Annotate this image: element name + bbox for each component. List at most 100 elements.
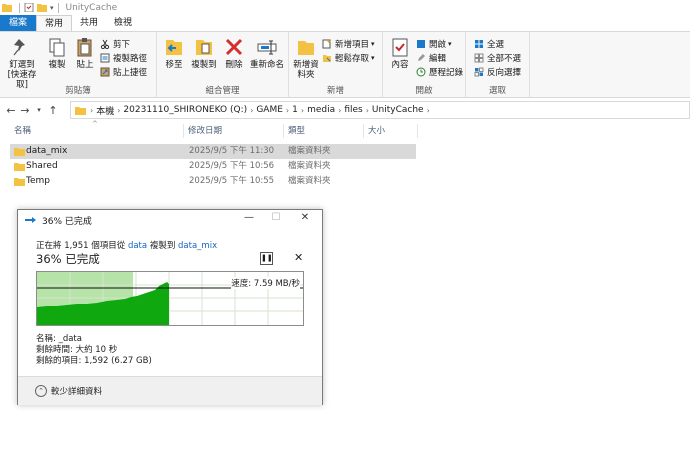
open-icon: [417, 40, 425, 48]
properties-label: 內容: [391, 60, 409, 70]
new-folder-icon: [298, 41, 314, 55]
paste-label: 貼上: [76, 60, 94, 70]
column-date-modified[interactable]: 修改日期: [184, 124, 284, 138]
cancel-icon[interactable]: ✕: [294, 251, 303, 264]
fewer-details-label: 較少詳細資料: [51, 387, 103, 397]
tab-view[interactable]: 檢視: [106, 15, 140, 31]
pin-button[interactable]: 釘選到 [快速存取]: [3, 36, 41, 90]
easy-access-icon: [323, 55, 331, 62]
pause-button[interactable]: ❚❚: [260, 252, 273, 265]
rename-label: 重新命名: [249, 60, 284, 70]
delete-button[interactable]: 刪除: [221, 36, 247, 70]
delete-label: 刪除: [225, 60, 243, 70]
file-type: 檔案資料夾: [288, 146, 331, 156]
select-all-button[interactable]: 全選: [474, 38, 504, 50]
copy-path-button[interactable]: 複製路徑: [100, 52, 147, 64]
title-bar: ▾ UnityCache: [0, 0, 690, 15]
new-item-button[interactable]: 新增項目 ▾: [322, 38, 375, 50]
file-date: 2025/9/5 下午 10:56: [189, 161, 275, 171]
quick-access-dropdown-icon[interactable]: ▾: [50, 4, 54, 12]
select-none-button[interactable]: 全部不選: [474, 52, 521, 64]
tab-file[interactable]: 檔案: [0, 15, 37, 31]
scissors-icon: [100, 39, 110, 49]
new-item-label: 新增項目: [335, 40, 370, 50]
new-folder-label: 新增資料夾: [293, 60, 319, 80]
edit-label: 編輯: [429, 54, 447, 64]
forward-arrow-icon[interactable]: →: [18, 104, 32, 117]
move-to-button[interactable]: 移至: [161, 36, 187, 70]
edit-button[interactable]: 編輯: [416, 52, 446, 64]
properties-icon[interactable]: [24, 3, 34, 12]
recent-locations-chevron-icon[interactable]: ▾: [32, 106, 46, 114]
easy-access-button[interactable]: 輕鬆存取 ▾: [322, 52, 375, 64]
folder-icon: [14, 148, 25, 156]
breadcrumb-files[interactable]: files: [344, 105, 362, 115]
paste-shortcut-icon: [100, 67, 110, 77]
rename-button[interactable]: 重新命名: [248, 36, 286, 70]
file-row[interactable]: data_mix 2025/9/5 下午 11:30 檔案資料夾: [10, 144, 416, 159]
back-arrow-icon[interactable]: ←: [4, 104, 18, 117]
source-link[interactable]: data: [128, 241, 147, 251]
move-to-icon: [166, 40, 182, 55]
breadcrumb-this-pc[interactable]: 本機: [96, 104, 114, 117]
open-button[interactable]: 開啟 ▾: [416, 38, 452, 50]
address-bar[interactable]: › 本機 › 20231110_SHIRONEKO (Q:) › GAME › …: [70, 101, 690, 119]
copy-to-button[interactable]: 複製到: [190, 36, 218, 70]
select-group-label: 選取: [488, 86, 506, 96]
maximize-icon: ☐: [271, 212, 281, 223]
address-row: ← → ▾ ↑ › 本機 › 20231110_SHIRONEKO (Q:) ›…: [0, 100, 690, 120]
ribbon-tabs: 檔案 常用 共用 檢視: [0, 15, 690, 31]
copy-description: 正在將 1,951 個項目從 data 複製到 data_mix: [36, 239, 217, 251]
destination-link[interactable]: data_mix: [178, 241, 217, 251]
breadcrumb-media[interactable]: media: [307, 105, 335, 115]
breadcrumb-separator-icon: ›: [90, 105, 94, 115]
up-arrow-icon[interactable]: ↑: [46, 104, 60, 117]
fewer-details-button[interactable]: ⌃ 較少詳細資料: [35, 385, 102, 397]
organize-group-label: 組合管理: [205, 86, 240, 96]
copy-label: 複製: [48, 60, 66, 70]
paste-button[interactable]: 貼上: [72, 36, 98, 70]
breadcrumb-unitycache[interactable]: UnityCache: [372, 105, 424, 115]
chevron-up-icon: ⌃: [35, 385, 47, 397]
copy-progress-dialog: 36% 已完成 — ☐ ✕ 正在將 1,951 個項目從 data 複製到 da…: [17, 209, 323, 405]
minimize-icon[interactable]: —: [242, 212, 256, 223]
select-group: 全選 全部不選 反向選擇 選取: [466, 32, 530, 98]
invert-selection-label: 反向選擇: [487, 68, 522, 78]
breadcrumb-drive[interactable]: 20231110_SHIRONEKO (Q:): [123, 105, 247, 115]
column-size[interactable]: 大小: [364, 124, 418, 138]
folder-icon: [14, 163, 25, 171]
new-item-icon: [322, 39, 331, 49]
cut-label: 剪下: [113, 40, 131, 50]
column-name[interactable]: 名稱: [10, 124, 184, 138]
edit-icon: [418, 54, 425, 61]
organize-group: 移至 複製到 刪除 重新命名 組合管理: [157, 32, 289, 98]
new-folder-icon[interactable]: [37, 3, 47, 12]
select-none-label: 全部不選: [487, 54, 522, 64]
breadcrumb-separator-icon: ›: [338, 105, 342, 115]
history-button[interactable]: 歷程記錄: [416, 66, 463, 78]
file-date: 2025/9/5 下午 11:30: [189, 146, 275, 156]
breadcrumb-1[interactable]: 1: [292, 105, 298, 115]
file-row[interactable]: Temp 2025/9/5 下午 10:55 檔案資料夾: [10, 174, 416, 189]
copy-to-icon: [196, 40, 212, 55]
properties-button[interactable]: 內容: [387, 36, 413, 70]
column-type[interactable]: 類型: [284, 124, 364, 138]
file-name: data_mix: [26, 146, 68, 156]
tab-share[interactable]: 共用: [72, 15, 106, 31]
new-folder-button[interactable]: 新增資料夾: [293, 36, 319, 80]
breadcrumb-separator-icon: ›: [250, 105, 254, 115]
clipboard-group-label: 剪貼簿: [65, 86, 91, 96]
breadcrumb-game[interactable]: GAME: [256, 105, 283, 115]
invert-selection-button[interactable]: 反向選擇: [474, 66, 521, 78]
close-icon[interactable]: ✕: [298, 212, 312, 223]
paste-shortcut-button[interactable]: 貼上捷徑: [100, 66, 147, 78]
tab-home[interactable]: 常用: [36, 15, 73, 31]
paste-icon: [77, 38, 92, 57]
breadcrumb-separator-icon: ›: [426, 105, 430, 115]
copy-button[interactable]: 複製: [44, 36, 70, 70]
file-row[interactable]: Shared 2025/9/5 下午 10:56 檔案資料夾: [10, 159, 416, 174]
dialog-title: 36% 已完成: [42, 216, 92, 227]
file-name: Temp: [26, 176, 50, 186]
cut-button[interactable]: 剪下: [100, 38, 130, 50]
file-type: 檔案資料夾: [288, 176, 331, 186]
